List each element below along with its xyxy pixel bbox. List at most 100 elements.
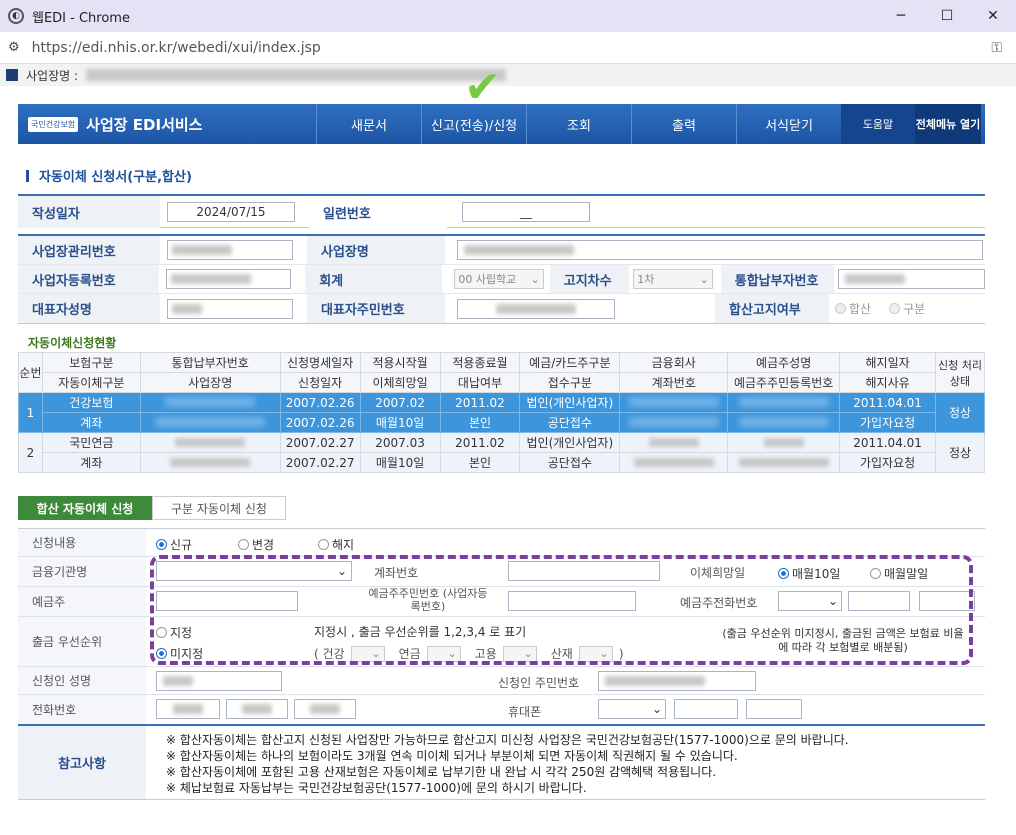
note-line: ※ 합산자동이체에 포함된 고용 산재보험은 자동이체로 납부기한 내 완납 시…: [166, 765, 717, 779]
header-form: 작성일자 2024/07/15 일련번호 __: [18, 194, 985, 228]
menu-close-form[interactable]: 서식닫기: [736, 104, 841, 144]
tab-combined[interactable]: 합산 자동이체 신청: [18, 496, 152, 520]
highlight-box: [150, 555, 973, 665]
table-cell: [619, 432, 729, 453]
col-header: 적용시작월: [359, 352, 441, 373]
col-header: 계좌번호: [619, 372, 729, 393]
page-title: 자동이체 신청서(구분,합산): [26, 166, 192, 185]
notes-section: 참고사항 ※ 합산자동이체는 합산고지 신청된 사업장만 가능하므로 합산고지 …: [18, 724, 985, 800]
rep-id-input[interactable]: [457, 298, 615, 319]
table-cell: [727, 392, 841, 413]
table-cell: 2007.02.26: [279, 392, 361, 413]
col-header: 예금주주민등록번호: [727, 372, 841, 393]
col-header: 해지일자: [839, 352, 937, 373]
table-cell: 2007.02.26: [279, 412, 361, 433]
col-header: 자동이체구분: [41, 372, 141, 393]
reg-no-input[interactable]: [166, 269, 292, 289]
payer-no-input[interactable]: [838, 269, 986, 289]
reg-no-label: 사업자등록번호: [18, 265, 160, 293]
table-row[interactable]: 2 국민연금 2007.02.27 2007.03 2011.02 법인(개인사…: [18, 432, 985, 473]
notice-select[interactable]: 1차 ⌄: [633, 269, 713, 289]
table-header-row: 자동이체구분 사업장명 신청일자 이체희망일 대납여부 접수구분 계좌번호 예금…: [19, 372, 985, 393]
content-opt-change[interactable]: 변경: [238, 536, 274, 553]
bank-label: 금융기관명: [18, 557, 146, 586]
mgmt-no-input[interactable]: [167, 240, 293, 260]
close-button[interactable]: ✕: [970, 0, 1016, 32]
row-no: 1: [18, 392, 43, 433]
content-label: 신청내용: [18, 529, 146, 556]
combined-opt-sum[interactable]: 합산: [835, 300, 871, 317]
col-header: 해지사유: [839, 372, 937, 393]
row-no: 2: [18, 432, 43, 473]
col-header: 이체희망일: [359, 372, 441, 393]
table-cell: [139, 452, 281, 473]
all-menu-button[interactable]: 전체메뉴 열기: [915, 104, 981, 144]
notice-label: 고지차수: [549, 265, 630, 293]
apply-tabs: 합산 자동이체 신청 구분 자동이체 신청: [18, 496, 286, 520]
phone-mid-input[interactable]: [226, 699, 288, 719]
nav-logo[interactable]: 국민건강보험 사업장 EDI서비스: [18, 104, 208, 144]
table-cell: [619, 392, 729, 413]
phone-last-input[interactable]: [294, 699, 356, 719]
serial-input[interactable]: __: [462, 202, 590, 222]
mobile-select[interactable]: ⌄: [598, 699, 666, 719]
col-header: 통합납부자번호: [139, 352, 281, 373]
maximize-button[interactable]: ☐: [924, 0, 970, 32]
mobile-label: 휴대폰: [508, 705, 542, 719]
col-header: 접수구분: [519, 372, 621, 393]
phone-area-input[interactable]: [156, 699, 220, 719]
date-input[interactable]: 2024/07/15: [167, 202, 295, 222]
applicant-input[interactable]: [156, 671, 282, 691]
table-cell: 가입자요청: [839, 452, 937, 473]
table-cell: 2011.02: [439, 432, 521, 453]
site-info-icon[interactable]: ⚙: [8, 40, 20, 55]
table-row[interactable]: 계좌 2007.02.26 매월10일 본인 공단접수 가입자요청: [19, 412, 985, 433]
mgmt-no-label: 사업장관리번호: [18, 236, 160, 264]
col-no: 순번: [18, 352, 43, 393]
minimize-button[interactable]: ─: [878, 0, 924, 32]
key-icon[interactable]: ⚿: [991, 40, 1002, 56]
menu-new[interactable]: 새문서: [316, 104, 421, 144]
table-cell: 공단접수: [519, 452, 621, 473]
notes-label: 참고사항: [18, 726, 146, 799]
table-row[interactable]: 1 건강보험 2007.02.26 2007.02 2011.02 법인(개인사…: [18, 392, 985, 433]
menu-inquiry[interactable]: 조회: [526, 104, 631, 144]
tab-separate[interactable]: 구분 자동이체 신청: [152, 496, 286, 520]
account-select[interactable]: 00 사립학교 ⌄: [454, 269, 544, 289]
table-cell: 본인: [439, 412, 521, 433]
combined-opt-separate[interactable]: 구분: [889, 300, 925, 317]
address-bar[interactable]: ⚙ https://edi.nhis.or.kr/webedi/xui/inde…: [0, 32, 1016, 64]
priority-label: 출금 우선순위: [18, 617, 146, 666]
holder-label: 예금주: [18, 587, 146, 616]
biz-name-field-label: 사업장명: [307, 236, 445, 264]
col-header: 금융회사: [619, 352, 729, 373]
window-titlebar: ◐ 웹EDI - Chrome ─ ☐ ✕: [0, 0, 1016, 32]
content-opt-cancel[interactable]: 해지: [318, 536, 354, 553]
note-line: ※ 합산자동이체는 하나의 보험이라도 3개월 연속 미이체 되거나 부분이체 …: [166, 749, 738, 763]
mobile-last-input[interactable]: [746, 699, 802, 719]
table-cell: [139, 432, 281, 453]
col-state: 신청 처리상태: [935, 352, 985, 393]
mobile-mid-input[interactable]: [674, 699, 738, 719]
phone-label: 전화번호: [18, 695, 146, 724]
status-title: 자동이체신청현황: [28, 336, 117, 350]
url-text[interactable]: https://edi.nhis.or.kr/webedi/xui/index.…: [32, 40, 321, 56]
table-cell: [139, 392, 281, 413]
content-opt-new[interactable]: 신규: [156, 536, 192, 553]
table-cell: 2007.03: [359, 432, 441, 453]
table-cell: 건강보험: [41, 392, 141, 413]
app-small-icon: [6, 69, 18, 81]
business-info-form: 사업장관리번호 사업장명 사업자등록번호 회계 00 사립학교 ⌄ 고지차수 1차…: [18, 234, 986, 324]
biz-name-redacted: [86, 69, 507, 81]
help-button[interactable]: 도움말: [841, 104, 915, 144]
table-cell: 가입자요청: [839, 412, 937, 433]
col-header: 예금주성명: [727, 352, 841, 373]
table-row[interactable]: 계좌 2007.02.27 매월10일 본인 공단접수 가입자요청: [19, 452, 985, 473]
biz-name-input[interactable]: [457, 240, 983, 260]
rep-name-input[interactable]: [167, 298, 293, 319]
menu-print[interactable]: 출력: [631, 104, 736, 144]
table-cell: 매월10일: [359, 412, 441, 433]
table-cell: 2007.02.27: [279, 452, 361, 473]
applicant-id-input[interactable]: [598, 671, 756, 691]
payer-no-label: 통합납부자번호: [720, 265, 835, 293]
